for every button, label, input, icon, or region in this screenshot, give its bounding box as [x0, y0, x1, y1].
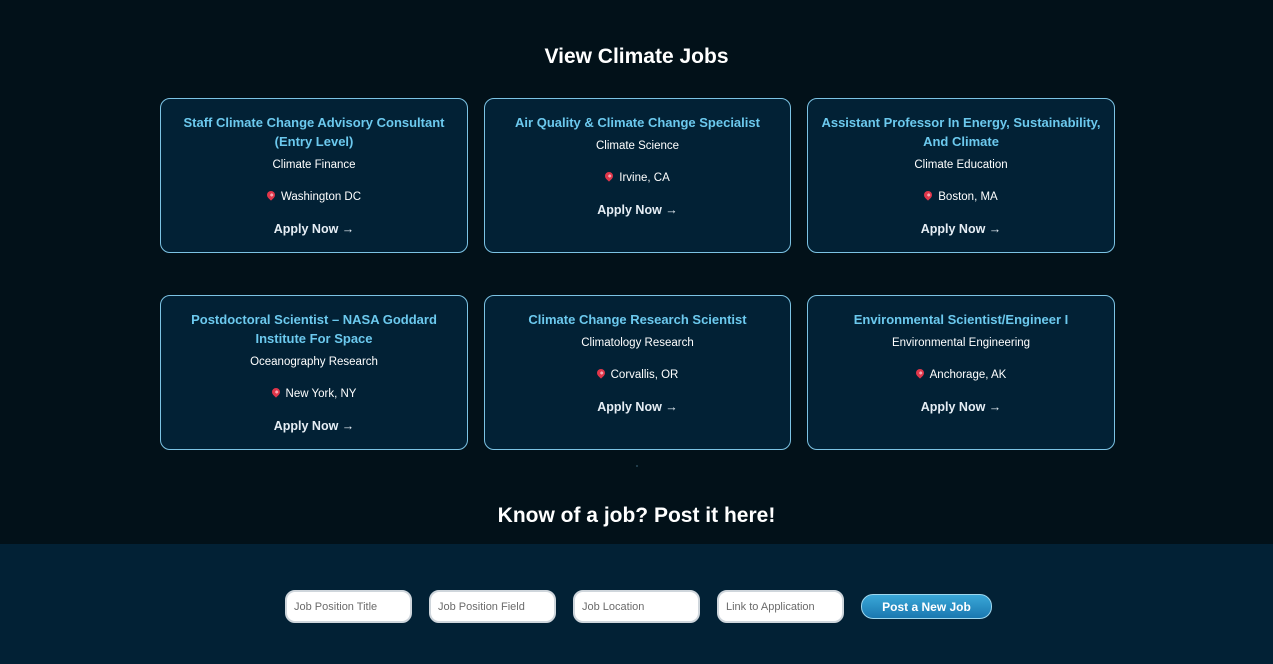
job-position-title-input[interactable]	[285, 590, 412, 623]
application-link-input[interactable]	[717, 590, 844, 623]
map-pin-icon	[269, 386, 282, 398]
job-grid: Staff Climate Change Advisory Consultant…	[160, 98, 1115, 450]
job-title: Assistant Professor In Energy, Sustainab…	[821, 115, 1101, 149]
job-field: Climate Education	[914, 159, 1008, 171]
map-pin-icon	[913, 367, 926, 379]
apply-now-link[interactable]: Apply Now →	[597, 400, 678, 414]
job-card: Climate Change Research Scientist Climat…	[484, 295, 791, 450]
job-field: Environmental Engineering	[891, 337, 1031, 349]
job-card: Postdoctoral Scientist – NASA Goddard In…	[160, 295, 468, 450]
job-card: Environmental Scientist/Engineer I Envir…	[807, 295, 1115, 450]
job-field: Climate Science	[595, 140, 680, 152]
job-location-text: Anchorage, AK	[929, 369, 1007, 381]
map-pin-icon	[265, 189, 277, 201]
post-job-title: Know of a job? Post it here!	[497, 504, 776, 527]
job-field: Oceanography Research	[250, 356, 378, 368]
map-pin-icon	[603, 170, 615, 182]
job-title: Postdoctoral Scientist – NASA Goddard In…	[191, 312, 437, 346]
job-card: Staff Climate Change Advisory Consultant…	[160, 98, 468, 253]
job-location-input[interactable]	[573, 590, 700, 623]
job-title: Staff Climate Change Advisory Consultant…	[183, 115, 445, 149]
map-pin-icon	[594, 367, 607, 379]
job-location: Irvine, CA	[485, 170, 790, 185]
divider-dot	[636, 465, 638, 467]
job-title: Climate Change Research Scientist	[528, 312, 747, 327]
job-location-text: Irvine, CA	[619, 172, 670, 184]
apply-now-link[interactable]: Apply Now →	[274, 222, 355, 236]
map-pin-icon	[922, 189, 934, 201]
job-title: Environmental Scientist/Engineer I	[853, 312, 1069, 327]
post-job-form-row: Post a New Job	[285, 590, 992, 623]
apply-now-link[interactable]: Apply Now →	[597, 203, 678, 217]
jobs-section-title: View Climate Jobs	[544, 45, 729, 68]
job-field: Climate Finance	[272, 159, 356, 171]
apply-now-link[interactable]: Apply Now →	[921, 400, 1002, 414]
job-card: Assistant Professor In Energy, Sustainab…	[807, 98, 1115, 253]
job-title: Air Quality & Climate Change Specialist	[515, 115, 760, 130]
job-location: Anchorage, AK	[808, 367, 1114, 382]
job-position-field-input[interactable]	[429, 590, 556, 623]
job-location-text: New York, NY	[285, 388, 357, 400]
job-location: Boston, MA	[808, 189, 1114, 204]
job-location: New York, NY	[161, 386, 467, 401]
job-location: Washington DC	[161, 189, 467, 204]
job-field: Climatology Research	[581, 337, 694, 349]
job-location: Corvallis, OR	[485, 367, 790, 382]
job-card: Air Quality & Climate Change Specialist …	[484, 98, 791, 253]
apply-now-link[interactable]: Apply Now →	[921, 222, 1002, 236]
apply-now-link[interactable]: Apply Now →	[274, 419, 355, 433]
job-location-text: Boston, MA	[938, 191, 998, 203]
job-location-text: Washington DC	[280, 191, 362, 203]
post-job-form: Post a New Job	[0, 544, 1273, 664]
jobs-section: View Climate Jobs Staff Climate Change A…	[0, 0, 1273, 544]
post-new-job-button[interactable]: Post a New Job	[861, 594, 992, 619]
job-location-text: Corvallis, OR	[610, 369, 679, 381]
